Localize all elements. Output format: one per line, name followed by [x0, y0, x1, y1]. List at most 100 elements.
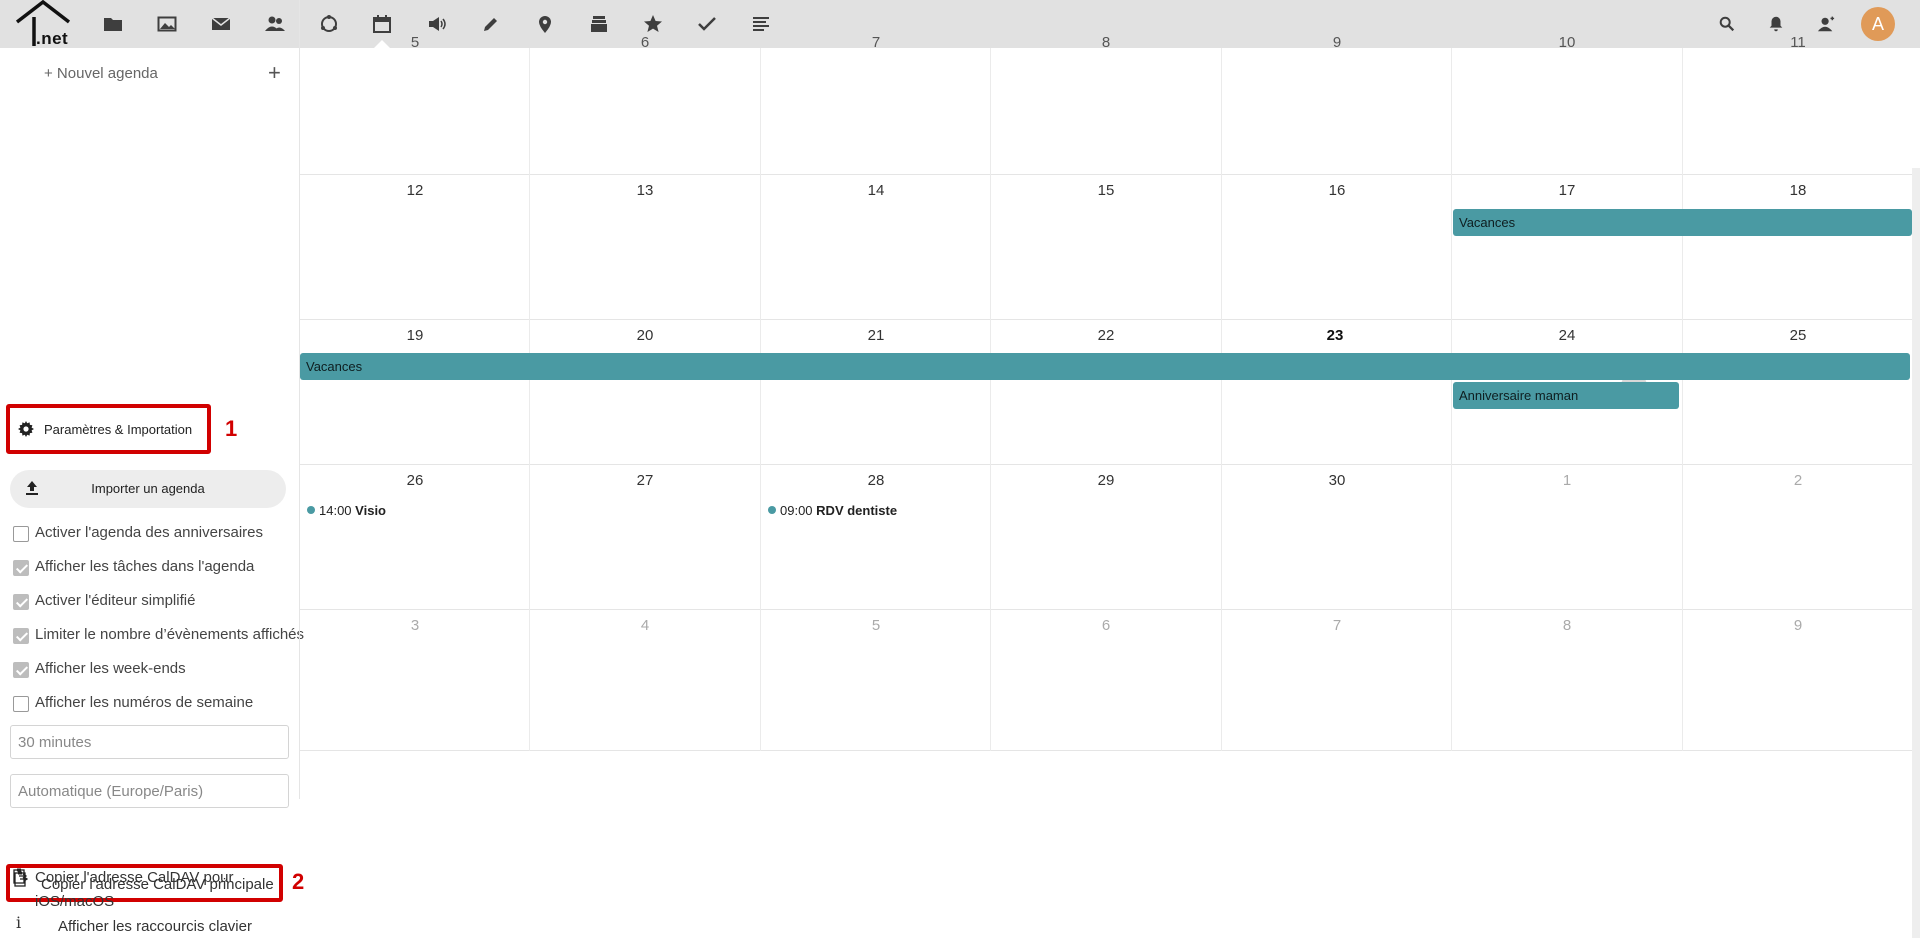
day-number[interactable]: 27	[615, 472, 675, 489]
event-time: 14:00	[319, 503, 352, 518]
import-calendar-label: Importer un agenda	[91, 481, 205, 496]
day-separator	[760, 48, 761, 751]
info-icon: i	[16, 913, 22, 932]
settings-and-import-label: Paramètres & Importation	[44, 422, 193, 437]
day-number[interactable]: 19	[385, 327, 445, 344]
day-number[interactable]: 30	[1307, 472, 1367, 489]
event-color-dot	[307, 506, 315, 514]
day-separator	[1451, 48, 1452, 751]
event-rdv-dentiste[interactable]: 09:00 RDV dentiste	[768, 503, 897, 518]
day-number[interactable]: 8	[1537, 617, 1597, 634]
deck-icon[interactable]	[584, 9, 614, 39]
event-title: Anniversaire maman	[1459, 388, 1579, 403]
day-number[interactable]: 20	[615, 327, 675, 344]
checkbox-box[interactable]	[13, 526, 29, 542]
day-separator	[529, 48, 530, 751]
day-number[interactable]: 18	[1768, 182, 1828, 199]
event-time: 09:00	[780, 503, 813, 518]
import-calendar-button[interactable]: Importer un agenda	[10, 470, 286, 508]
day-number[interactable]: 2	[1768, 472, 1828, 489]
calendar-sidebar: + Nouvel agenda + Paramètres & Importati…	[0, 48, 304, 938]
copy-caldav-ios-label-line2: iOS/macOS	[35, 893, 115, 910]
day-number[interactable]: 10	[1537, 34, 1597, 51]
event-vacances[interactable]: Vacances	[300, 353, 1910, 380]
day-number[interactable]: 16	[1307, 182, 1367, 199]
checkbox-box[interactable]	[13, 628, 29, 644]
day-number[interactable]: 22	[1076, 327, 1136, 344]
activity-icon[interactable]	[314, 9, 344, 39]
day-number-today[interactable]: 23	[1305, 327, 1365, 344]
search-icon[interactable]	[1714, 11, 1740, 37]
day-number[interactable]: 24	[1537, 327, 1597, 344]
timezone-select[interactable]: Automatique (Europe/Paris)	[10, 774, 289, 808]
event-title: RDV dentiste	[816, 503, 898, 518]
checkbox-box[interactable]	[13, 560, 29, 576]
day-number[interactable]: 5	[385, 34, 445, 51]
week-separator	[299, 464, 1913, 465]
day-number[interactable]: 8	[1076, 34, 1136, 51]
day-number[interactable]: 13	[615, 182, 675, 199]
day-number[interactable]: 28	[846, 472, 906, 489]
photos-icon[interactable]	[152, 9, 182, 39]
contacts-icon[interactable]	[260, 9, 290, 39]
day-number[interactable]: 7	[1307, 617, 1367, 634]
day-number[interactable]: 3	[385, 617, 445, 634]
news-icon[interactable]	[746, 9, 776, 39]
tasks-icon[interactable]	[692, 9, 722, 39]
day-number[interactable]: 6	[615, 34, 675, 51]
day-number[interactable]: 9	[1307, 34, 1367, 51]
day-number[interactable]: 21	[846, 327, 906, 344]
day-number[interactable]: 26	[385, 472, 445, 489]
checkbox-label: Activer l'éditeur simplifié	[35, 592, 196, 609]
logo[interactable]: .net	[14, 0, 76, 48]
annotation-marker-2: 2	[292, 869, 305, 894]
day-number[interactable]: 29	[1076, 472, 1136, 489]
day-number[interactable]: 25	[1768, 327, 1828, 344]
notes-icon[interactable]	[476, 9, 506, 39]
event-title: Vacances	[306, 359, 363, 374]
scrollbar[interactable]	[1912, 168, 1920, 938]
user-avatar[interactable]: A	[1861, 7, 1895, 41]
event-anniversaire-maman[interactable]: Anniversaire maman	[1453, 382, 1679, 409]
week-separator	[299, 319, 1913, 320]
add-calendar-button[interactable]: +	[268, 60, 281, 86]
checkbox-label: Afficher les tâches dans l'agenda	[35, 558, 255, 575]
keyboard-shortcuts-link[interactable]: Afficher les raccourcis clavier	[58, 918, 252, 935]
settings-and-import-button[interactable]: Paramètres & Importation	[6, 404, 211, 454]
logo-text: .net	[36, 29, 69, 48]
new-calendar-link[interactable]: + Nouvel agenda	[44, 65, 158, 82]
month-view-grid[interactable]: 5 6 7 8 9 10 11 12 13 14 15 16 17 18 Vac…	[299, 0, 1913, 799]
checkbox-box[interactable]	[13, 594, 29, 610]
top-navigation-bar: .net A	[0, 0, 1920, 48]
files-icon[interactable]	[98, 9, 128, 39]
day-number[interactable]: 9	[1768, 617, 1828, 634]
day-number[interactable]: 11	[1768, 34, 1828, 51]
annotation-marker-1: 1	[225, 416, 238, 441]
mail-icon[interactable]	[206, 9, 236, 39]
copy-caldav-ios-button[interactable]: Copier l'adresse CalDAV pour iOS/macOS	[13, 858, 283, 914]
day-separator	[990, 48, 991, 751]
day-number[interactable]: 6	[1076, 617, 1136, 634]
week-separator	[299, 609, 1913, 610]
checkbox-label: Afficher les week-ends	[35, 660, 186, 677]
week-separator	[299, 174, 1913, 175]
event-vacances[interactable]: Vacances	[1453, 209, 1912, 236]
clipboard-icon	[13, 868, 27, 884]
event-visio[interactable]: 14:00 Visio	[307, 503, 386, 518]
slot-duration-value: 30 minutes	[18, 734, 92, 751]
maps-icon[interactable]	[530, 9, 560, 39]
event-title: Vacances	[1459, 215, 1516, 230]
copy-caldav-ios-label-line1: Copier l'adresse CalDAV pour	[35, 869, 234, 886]
day-number[interactable]: 14	[846, 182, 906, 199]
day-number[interactable]: 7	[846, 34, 906, 51]
day-number[interactable]: 1	[1537, 472, 1597, 489]
checkbox-box[interactable]	[13, 662, 29, 678]
day-number[interactable]: 5	[846, 617, 906, 634]
day-number[interactable]: 12	[385, 182, 445, 199]
checkbox-box[interactable]	[13, 696, 29, 712]
day-number[interactable]: 15	[1076, 182, 1136, 199]
day-number[interactable]: 4	[615, 617, 675, 634]
slot-duration-select[interactable]: 30 minutes	[10, 725, 289, 759]
event-title: Visio	[355, 503, 387, 518]
day-number[interactable]: 17	[1537, 182, 1597, 199]
